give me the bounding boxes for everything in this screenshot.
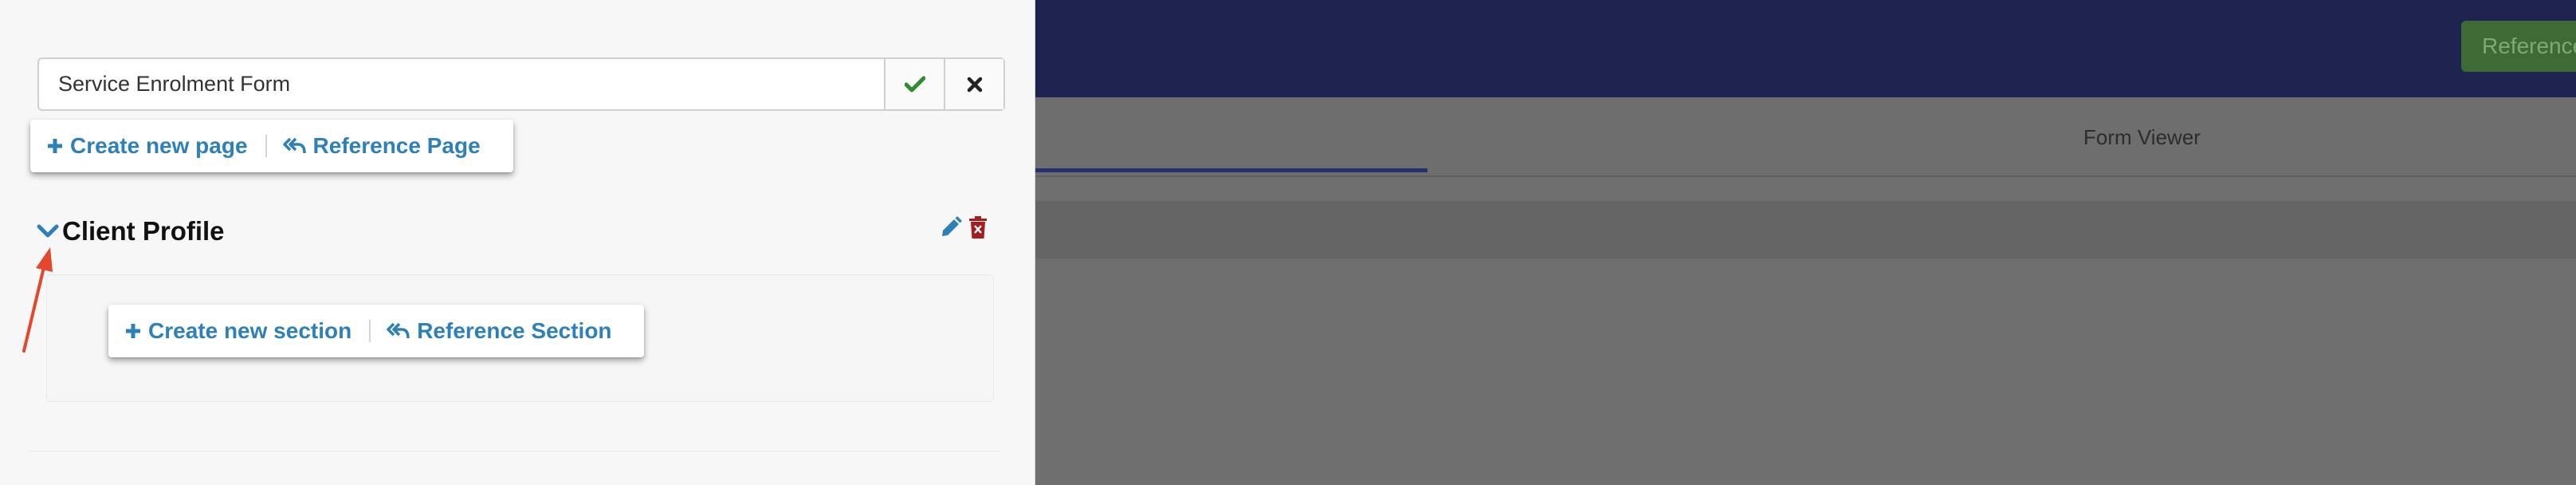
form-name-input[interactable] bbox=[39, 59, 884, 109]
page-toolbar: Create new page Reference Page bbox=[30, 120, 513, 172]
edit-page-button[interactable] bbox=[937, 214, 964, 241]
page-header: Client Profile bbox=[35, 209, 992, 254]
reply-all-icon bbox=[387, 321, 410, 341]
confirm-name-button[interactable] bbox=[884, 59, 944, 109]
reference-page-button[interactable]: Reference Page bbox=[282, 133, 481, 159]
delete-page-button[interactable] bbox=[964, 214, 992, 241]
page-actions bbox=[937, 214, 992, 241]
create-new-page-button[interactable]: Create new page bbox=[46, 133, 248, 159]
active-tab-indicator bbox=[1035, 168, 1427, 172]
create-new-section-label: Create new section bbox=[148, 318, 352, 343]
create-new-section-button[interactable]: Create new section bbox=[124, 318, 351, 344]
reply-all-icon bbox=[282, 136, 307, 156]
section-toolbar: Create new section Reference Section bbox=[108, 305, 644, 357]
reference-section-label: Reference Section bbox=[417, 318, 612, 343]
plus-icon bbox=[46, 137, 64, 155]
toolbar-divider bbox=[265, 135, 267, 157]
chevron-down-icon[interactable] bbox=[35, 220, 61, 242]
close-icon bbox=[967, 77, 982, 92]
check-icon bbox=[904, 76, 925, 92]
toolbar-divider bbox=[369, 320, 371, 342]
form-name-group bbox=[37, 57, 1005, 111]
form-editor-drawer: Create new page Reference Page Client Pr… bbox=[0, 0, 1035, 485]
tab-form-viewer[interactable]: Form Viewer bbox=[1753, 97, 2531, 177]
reference-page-label: Reference Page bbox=[312, 133, 481, 158]
cancel-name-button[interactable] bbox=[944, 59, 1003, 109]
pencil-icon bbox=[942, 216, 962, 236]
page-title: Client Profile bbox=[62, 216, 225, 246]
create-new-page-label: Create new page bbox=[70, 133, 248, 158]
reference-section-button[interactable]: Reference Section bbox=[387, 318, 612, 344]
reference-button[interactable]: Reference bbox=[2461, 21, 2576, 72]
trash-icon bbox=[969, 216, 987, 239]
plus-icon bbox=[124, 322, 142, 340]
